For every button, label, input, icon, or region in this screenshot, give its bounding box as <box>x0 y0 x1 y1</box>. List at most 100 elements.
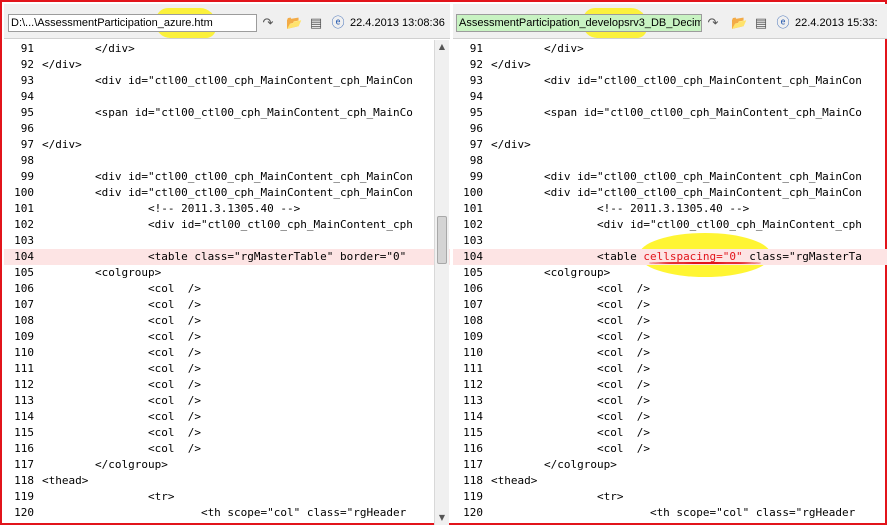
code-line[interactable]: 103 <box>453 233 887 249</box>
line-text: <col /> <box>42 362 201 375</box>
right-file-path[interactable]: AssessmentParticipation_developsrv3_DB_D… <box>456 14 702 32</box>
code-line[interactable]: 93 <div id="ctl00_ctl00_cph_MainContent_… <box>4 73 450 89</box>
red-underline <box>649 262 761 264</box>
code-line[interactable]: 105 <colgroup> <box>453 265 887 281</box>
code-line[interactable]: 116 <col /> <box>4 441 450 457</box>
code-line[interactable]: 96 <box>453 121 887 137</box>
code-line[interactable]: 102 <div id="ctl00_ctl00_cph_MainContent… <box>4 217 450 233</box>
code-line[interactable]: 92 </div> <box>4 57 450 73</box>
open-folder-icon[interactable]: 📂 <box>731 16 747 32</box>
code-line[interactable]: 116 <col /> <box>453 441 887 457</box>
browser-icon[interactable]: ⓔ <box>330 16 346 32</box>
line-number: 103 <box>14 234 34 247</box>
code-line[interactable]: 101 <!-- 2011.3.1305.40 --> <box>4 201 450 217</box>
line-number: 111 <box>463 362 483 375</box>
code-line[interactable]: 109 <col /> <box>4 329 450 345</box>
code-line[interactable]: 108 <col /> <box>4 313 450 329</box>
code-line[interactable]: 91 </div> <box>453 41 887 57</box>
code-line[interactable]: 96 <box>4 121 450 137</box>
code-line[interactable]: 111 <col /> <box>453 361 887 377</box>
line-text: <th scope="col" class="rgHeader <box>42 506 407 519</box>
line-text: <span id="ctl00_ctl00_cph_MainContent_cp… <box>491 106 862 119</box>
code-line[interactable]: 114 <col /> <box>453 409 887 425</box>
left-vertical-scrollbar[interactable]: ▲ ▼ <box>434 40 449 525</box>
line-number: 101 <box>463 202 483 215</box>
left-file-pane[interactable]: D:\...\AssessmentParticipation_azure.htm… <box>4 2 450 527</box>
code-line[interactable]: 102 <div id="ctl00_ctl00_cph_MainContent… <box>453 217 887 233</box>
code-line[interactable]: 117 </colgroup> <box>4 457 450 473</box>
code-line[interactable]: 109 <col /> <box>453 329 887 345</box>
code-line[interactable]: 119 <tr> <box>453 489 887 505</box>
code-line[interactable]: 98 <box>453 153 887 169</box>
line-number: 110 <box>14 346 34 359</box>
save-disk-icon[interactable]: ▤ <box>753 16 769 32</box>
right-code-view[interactable]: 91 </div> 92 </div> 93 <div id="ctl00_ctl00… <box>453 40 887 525</box>
right-timestamp: 22.4.2013 15:33: <box>795 17 878 29</box>
line-number: 112 <box>463 378 483 391</box>
code-line[interactable]: 99 <div id="ctl00_ctl00_cph_MainContent_… <box>453 169 887 185</box>
browser-icon[interactable]: ⓔ <box>775 16 791 32</box>
line-text: </div> <box>491 42 584 55</box>
code-line[interactable]: 91 </div> <box>4 41 450 57</box>
code-line[interactable]: 97 </div> <box>453 137 887 153</box>
code-line[interactable]: 114 <col /> <box>4 409 450 425</box>
code-line[interactable]: 94 <box>453 89 887 105</box>
code-line[interactable]: 118 <thead> <box>453 473 887 489</box>
forward-arrow-icon[interactable]: ↷ <box>260 16 276 32</box>
line-text: </div> <box>42 138 82 151</box>
code-line[interactable]: 107 <col /> <box>453 297 887 313</box>
code-line[interactable]: 108 <col /> <box>453 313 887 329</box>
scrollbar-thumb[interactable] <box>437 216 447 264</box>
left-code-view[interactable]: 91 </div> 92 </div> 93 <div id="ctl00_ctl00… <box>4 40 450 525</box>
code-line[interactable]: 106 <col /> <box>453 281 887 297</box>
code-line[interactable]: 98 <box>4 153 450 169</box>
right-file-pane[interactable]: AssessmentParticipation_developsrv3_DB_D… <box>453 2 887 527</box>
line-text: <col /> <box>491 298 650 311</box>
code-line[interactable]: 97 </div> <box>4 137 450 153</box>
code-line[interactable]: 92 </div> <box>453 57 887 73</box>
save-disk-icon[interactable]: ▤ <box>308 16 324 32</box>
code-line[interactable]: 113 <col /> <box>4 393 450 409</box>
code-line[interactable]: 112 <col /> <box>453 377 887 393</box>
code-line[interactable]: 105 <colgroup> <box>4 265 450 281</box>
forward-arrow-icon[interactable]: ↷ <box>705 16 721 32</box>
code-line[interactable]: 103 <box>4 233 450 249</box>
code-line[interactable]: 115 <col /> <box>453 425 887 441</box>
code-line[interactable]: 115 <col /> <box>4 425 450 441</box>
line-number: 111 <box>14 362 34 375</box>
line-number: 97 <box>469 138 483 151</box>
scroll-up-icon[interactable]: ▲ <box>435 40 449 54</box>
line-text: <col /> <box>42 314 201 327</box>
line-number: 115 <box>463 426 483 439</box>
line-text: <!-- 2011.3.1305.40 --> <box>491 202 750 215</box>
code-line[interactable]: 101 <!-- 2011.3.1305.40 --> <box>453 201 887 217</box>
code-line[interactable]: 120 <th scope="col" class="rgHeader <box>453 505 887 521</box>
code-line[interactable]: 120 <th scope="col" class="rgHeader <box>4 505 450 521</box>
code-line[interactable]: 94 <box>4 89 450 105</box>
code-line[interactable]: 110 <col /> <box>453 345 887 361</box>
left-file-path[interactable]: D:\...\AssessmentParticipation_azure.htm <box>8 14 257 32</box>
code-line[interactable]: 99 <div id="ctl00_ctl00_cph_MainContent_… <box>4 169 450 185</box>
code-line[interactable]: 100 <div id="ctl00_ctl00_cph_MainContent… <box>4 185 450 201</box>
code-line[interactable]: 95 <span id="ctl00_ctl00_cph_MainContent… <box>4 105 450 121</box>
code-line[interactable]: 110 <col /> <box>4 345 450 361</box>
open-folder-icon[interactable]: 📂 <box>286 16 302 32</box>
code-line[interactable]: 95 <span id="ctl00_ctl00_cph_MainContent… <box>453 105 887 121</box>
line-number: 113 <box>463 394 483 407</box>
changed-line[interactable]: 104 <table class="rgMasterTable" border=… <box>4 249 450 265</box>
line-text: <col /> <box>491 314 650 327</box>
code-line[interactable]: 119 <tr> <box>4 489 450 505</box>
code-line[interactable]: 107 <col /> <box>4 297 450 313</box>
line-text: <col /> <box>42 410 201 423</box>
code-line[interactable]: 118 <thead> <box>4 473 450 489</box>
code-line[interactable]: 113 <col /> <box>453 393 887 409</box>
code-line[interactable]: 106 <col /> <box>4 281 450 297</box>
code-line[interactable]: 111 <col /> <box>4 361 450 377</box>
code-line[interactable]: 93 <div id="ctl00_ctl00_cph_MainContent_… <box>453 73 887 89</box>
line-text: <span id="ctl00_ctl00_cph_MainContent_cp… <box>42 106 413 119</box>
code-line[interactable]: 112 <col /> <box>4 377 450 393</box>
scroll-down-icon[interactable]: ▼ <box>435 511 449 525</box>
code-line[interactable]: 117 </colgroup> <box>453 457 887 473</box>
line-text: <col /> <box>491 394 650 407</box>
code-line[interactable]: 100 <div id="ctl00_ctl00_cph_MainContent… <box>453 185 887 201</box>
